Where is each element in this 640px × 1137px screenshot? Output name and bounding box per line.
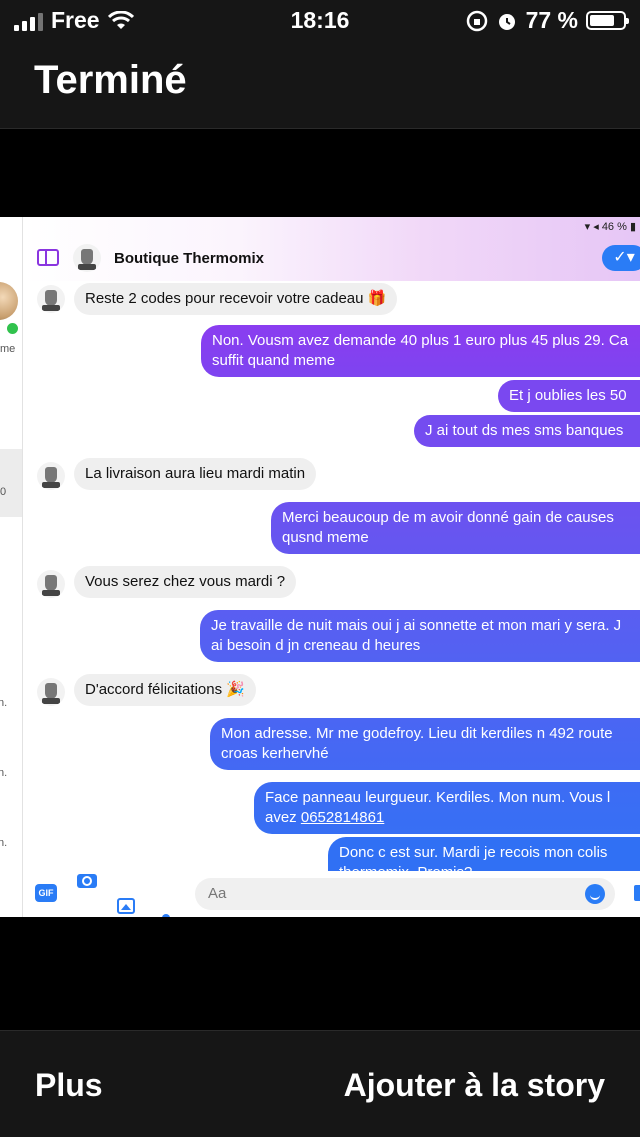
mini-status-bar: ▾ ◂ 46 % ▮ [584, 221, 636, 233]
sidebar-fragment: me [0, 343, 16, 355]
microphone-icon[interactable] [162, 914, 170, 917]
sidebar-fragment: 0 [0, 486, 7, 498]
incoming-message: Reste 2 codes pour recevoir votre cadeau… [74, 283, 398, 315]
message-list[interactable]: Reste 2 codes pour recevoir votre cadeau… [23, 281, 640, 871]
outgoing-message: J ai tout ds mes sms banques [414, 415, 640, 447]
contact-avatar[interactable] [73, 244, 101, 272]
avatar [0, 282, 18, 320]
battery-percent: 77 % [525, 7, 578, 33]
message-input[interactable]: Aa [195, 878, 615, 910]
incoming-message: D'accord félicitations 🎉 [74, 674, 256, 706]
incoming-message: Vous serez chez vous mardi ? [74, 566, 297, 598]
add-to-story-button[interactable]: Ajouter à la story [344, 1067, 605, 1104]
mini-battery-percent: 46 % [601, 221, 627, 233]
camera-icon[interactable] [77, 874, 97, 888]
conversation-sidebar: me 0 n. n. n. [0, 217, 23, 917]
story-editor-top-bar: Free 18:16 77 % Terminé [0, 0, 640, 129]
gif-icon[interactable]: GIF [35, 884, 57, 902]
incoming-message: La livraison aura lieu mardi matin [74, 458, 317, 490]
battery-icon [586, 11, 629, 30]
orientation-lock-icon [466, 10, 487, 31]
online-indicator [5, 321, 20, 336]
alarm-icon [498, 13, 515, 30]
like-icon[interactable] [634, 885, 640, 901]
sidebar-fragment: n. [0, 697, 8, 709]
chat-header: Boutique Thermomix ✓▾ [23, 241, 640, 281]
outgoing-message: Face panneau leurgueur. Kerdiles. Mon nu… [254, 782, 640, 834]
sidebar-toggle-icon[interactable] [37, 249, 59, 266]
contact-avatar [37, 285, 65, 313]
sidebar-fragment: n. [0, 767, 8, 779]
outgoing-message: Donc c est sur. Mardi je recois mon coli… [328, 837, 640, 871]
selected-conversation-row [0, 449, 22, 517]
outgoing-message: Et j oublies les 50 [498, 380, 640, 412]
outgoing-message: Non. Vousm avez demande 40 plus 1 euro p… [201, 325, 640, 377]
conversation-title[interactable]: Boutique Thermomix [114, 250, 264, 267]
check-icon[interactable]: ✓▾ [602, 245, 640, 271]
done-button[interactable]: Terminé [34, 58, 187, 103]
contact-avatar [37, 570, 65, 598]
sidebar-fragment: n. [0, 837, 8, 849]
story-editor-bottom-bar: Plus Ajouter à la story [0, 1030, 640, 1137]
message-composer: GIF Aa [23, 871, 640, 917]
outgoing-message: Merci beaucoup de m avoir donné gain de … [271, 502, 640, 554]
more-button[interactable]: Plus [35, 1067, 103, 1104]
shared-screenshot: me 0 n. n. n. ▾ ◂ 46 % ▮ Boutique Thermo… [0, 217, 640, 917]
status-bar: Free 18:16 77 % [0, 0, 640, 44]
outgoing-message: Mon adresse. Mr me godefroy. Lieu dit ke… [210, 718, 640, 770]
outgoing-message: Je travaille de nuit mais oui j ai sonne… [200, 610, 640, 662]
contact-avatar [37, 678, 65, 706]
phone-number-link[interactable]: 0652814861 [301, 809, 384, 826]
contact-avatar [37, 462, 65, 490]
image-icon[interactable] [117, 898, 135, 914]
emoji-icon[interactable] [585, 884, 605, 904]
